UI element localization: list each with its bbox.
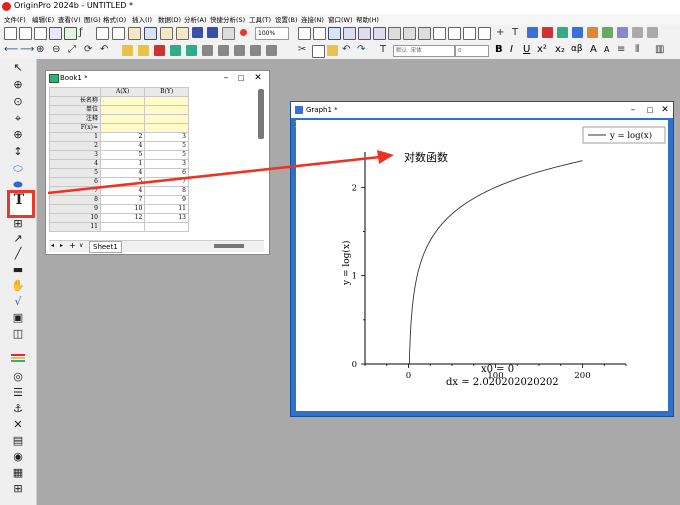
arrow-overlay (47, 150, 394, 195)
red-arrow-line (47, 155, 381, 195)
red-arrow-head (377, 150, 394, 164)
